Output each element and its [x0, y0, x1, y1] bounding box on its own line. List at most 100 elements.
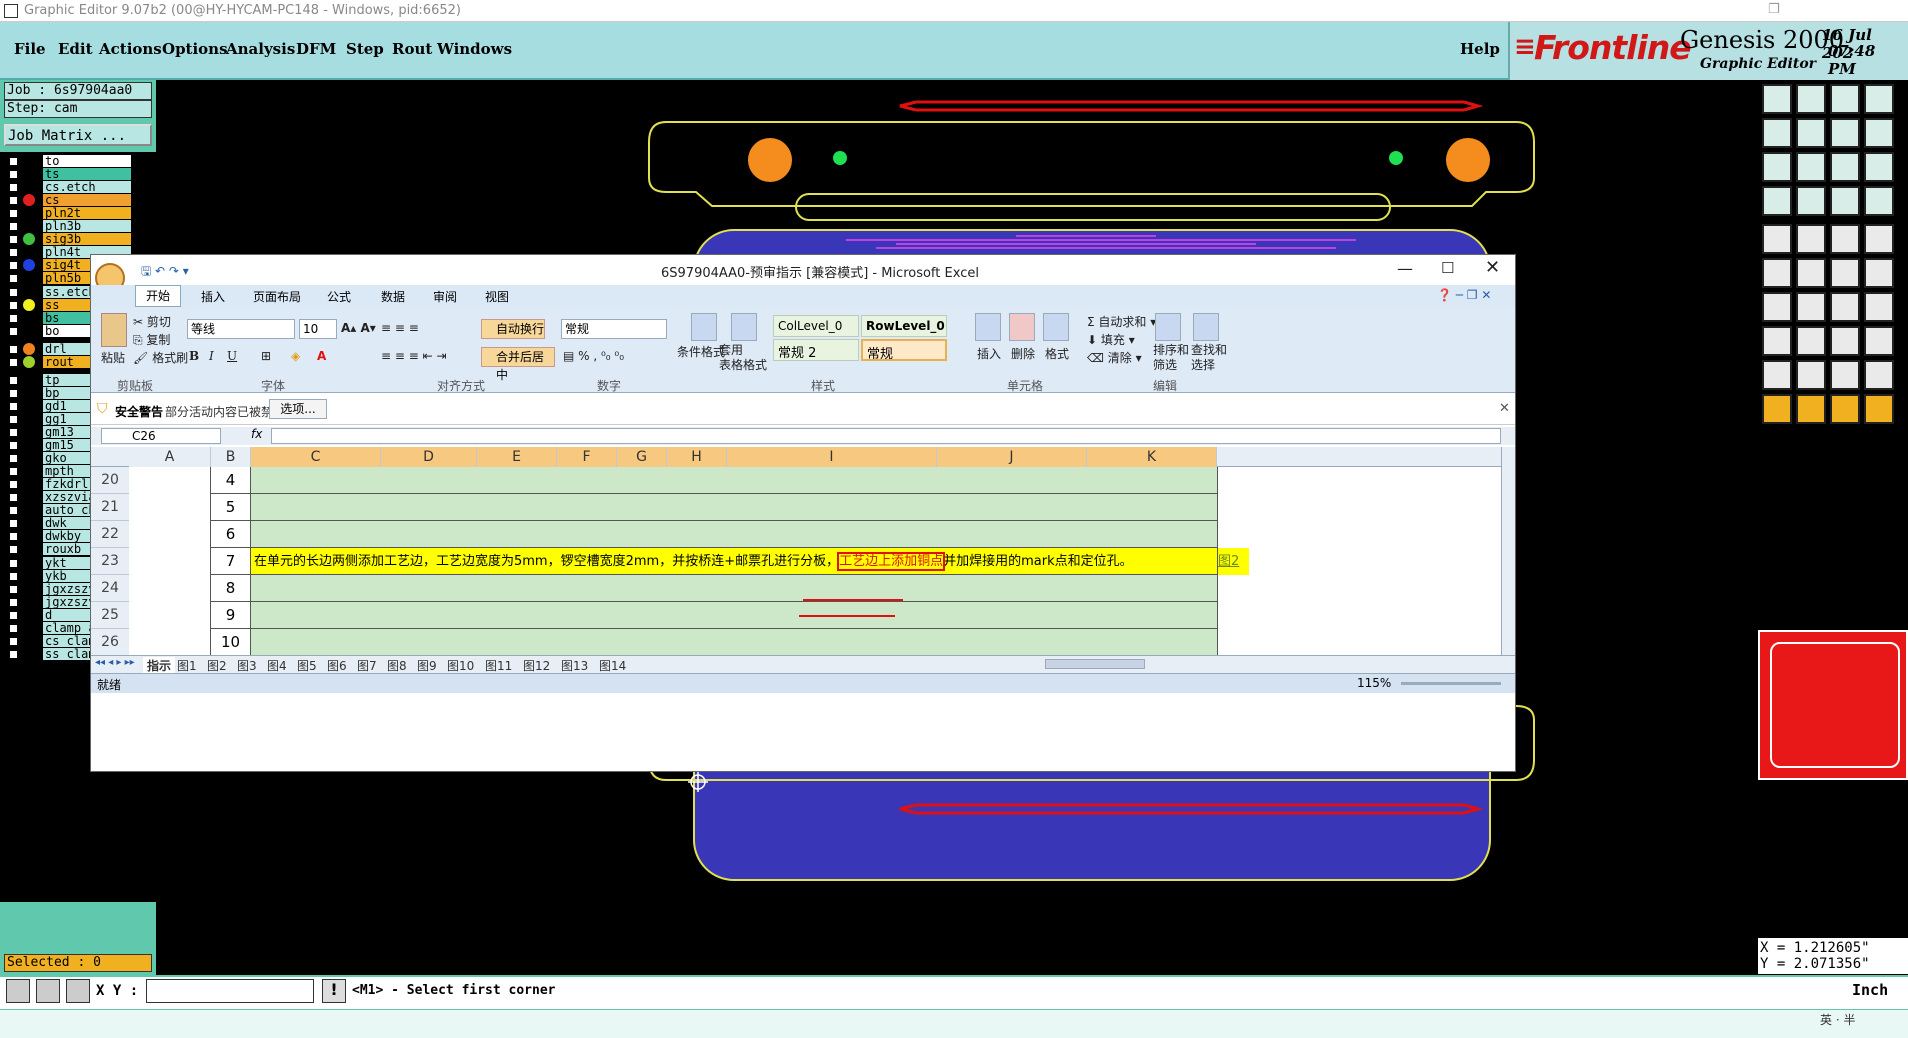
- paste-button[interactable]: 粘贴: [101, 349, 125, 366]
- tab-insert[interactable]: 插入: [201, 288, 225, 305]
- menu-file[interactable]: File: [14, 40, 46, 58]
- zoom-tool-icon[interactable]: [6, 979, 30, 1003]
- tab-data[interactable]: 数据: [381, 288, 405, 305]
- layer-checkbox[interactable]: [8, 374, 19, 386]
- tool-button-icon[interactable]: [1864, 258, 1894, 288]
- close-icon[interactable]: ✕: [1485, 257, 1500, 278]
- restore-icon[interactable]: ❐: [1768, 2, 1780, 17]
- cell-link[interactable]: [1217, 602, 1249, 629]
- font-color-button[interactable]: A: [317, 349, 326, 363]
- tool-button-icon[interactable]: [1796, 118, 1826, 148]
- sheet-tab[interactable]: 图4: [267, 657, 287, 674]
- layer-checkbox[interactable]: [8, 596, 19, 608]
- grid-tool-icon[interactable]: [66, 979, 90, 1003]
- format-cells-icon[interactable]: [1043, 313, 1069, 341]
- style-normal-2[interactable]: 常规 2: [773, 339, 859, 361]
- tool-button-icon[interactable]: [1796, 152, 1826, 182]
- zoom-level[interactable]: 115%: [1357, 676, 1391, 690]
- font-size-select[interactable]: 10: [299, 319, 337, 339]
- tool-button-icon[interactable]: [1762, 326, 1792, 356]
- layer-checkbox[interactable]: [8, 400, 19, 412]
- font-name-select[interactable]: 等线: [187, 319, 295, 339]
- cell-link[interactable]: [1217, 467, 1249, 494]
- layer-checkbox[interactable]: [8, 648, 19, 660]
- layer-checkbox[interactable]: [8, 440, 19, 452]
- layer-checkbox[interactable]: [8, 557, 19, 569]
- sheet-tab[interactable]: 图13: [561, 657, 588, 674]
- sheet-tab[interactable]: 图2: [207, 657, 227, 674]
- menu-analysis[interactable]: Analysis: [226, 40, 295, 58]
- column-header[interactable]: C: [251, 447, 381, 467]
- layer-checkbox[interactable]: [8, 182, 19, 194]
- layer-checkbox[interactable]: [8, 635, 19, 647]
- cell-a[interactable]: [129, 602, 211, 629]
- cell-instruction[interactable]: [251, 467, 1217, 494]
- layer-checkbox[interactable]: [8, 156, 19, 167]
- sheet-tab[interactable]: 图9: [417, 657, 437, 674]
- delete-cells-button[interactable]: 删除: [1011, 345, 1035, 362]
- ime-indicator[interactable]: 英 · 半: [1820, 1011, 1855, 1028]
- autosum-button[interactable]: Σ 自动求和 ▾: [1087, 313, 1156, 330]
- worksheet-grid[interactable]: A B C D E F G H I J K 20 4 21 5 22 6 23 7 在单元的长边两侧添加工艺边，工艺边…: [91, 447, 1515, 655]
- sort-filter-button[interactable]: 排序和 筛选: [1153, 343, 1189, 373]
- layer-checkbox[interactable]: [8, 312, 19, 324]
- menu-help[interactable]: Help: [1460, 40, 1500, 58]
- cell-a[interactable]: [129, 521, 211, 548]
- layer-checkbox[interactable]: [8, 260, 19, 272]
- formula-input[interactable]: [271, 428, 1501, 444]
- tool-button-icon[interactable]: [1762, 118, 1792, 148]
- merge-center-button[interactable]: 合并后居中: [481, 347, 555, 382]
- tab-home[interactable]: 开始: [135, 285, 181, 307]
- layer-checkbox[interactable]: [8, 544, 19, 556]
- tool-button-icon[interactable]: [1762, 224, 1792, 254]
- underline-button[interactable]: U: [227, 349, 237, 363]
- fill-button[interactable]: ⬇ 填充 ▾: [1087, 331, 1135, 348]
- cell-link[interactable]: 图2: [1217, 548, 1249, 575]
- tool-button-icon[interactable]: [1830, 186, 1860, 216]
- cell-instruction[interactable]: [251, 602, 1217, 629]
- sheet-tab[interactable]: 图3: [237, 657, 257, 674]
- column-header[interactable]: F: [557, 447, 617, 467]
- format-cells-button[interactable]: 格式: [1045, 345, 1069, 362]
- layer-checkbox[interactable]: [8, 583, 19, 595]
- cell-b[interactable]: 10: [211, 629, 251, 655]
- horizontal-scrollbar[interactable]: [1045, 659, 1145, 669]
- sheet-nav-icon[interactable]: ◂◂ ◂ ▸ ▸▸: [95, 657, 135, 668]
- tab-view[interactable]: 视图: [485, 288, 509, 305]
- column-header[interactable]: K: [1087, 447, 1217, 467]
- cell-instruction[interactable]: [251, 629, 1217, 655]
- alert-icon[interactable]: !: [322, 979, 346, 1003]
- cell-a[interactable]: [129, 467, 211, 494]
- tool-button-icon[interactable]: [1864, 292, 1894, 322]
- sheet-tab[interactable]: 图5: [297, 657, 317, 674]
- tab-review[interactable]: 审阅: [433, 288, 457, 305]
- tool-button-icon[interactable]: [1864, 394, 1894, 424]
- align-left-button[interactable]: ≡ ≡ ≡ ⇤ ⇥: [381, 349, 447, 363]
- cell-link[interactable]: [1217, 629, 1249, 655]
- tool-button-icon[interactable]: [1796, 326, 1826, 356]
- tool-button-icon[interactable]: [1864, 186, 1894, 216]
- layer-checkbox[interactable]: [8, 286, 19, 298]
- row-header[interactable]: 24: [91, 575, 129, 602]
- tool-button-icon[interactable]: [1762, 152, 1792, 182]
- align-top-button[interactable]: ≡ ≡ ≡: [381, 321, 419, 335]
- tool-button-icon[interactable]: [1830, 224, 1860, 254]
- tool-button-icon[interactable]: [1796, 394, 1826, 424]
- sheet-tab[interactable]: 图7: [357, 657, 377, 674]
- cell-b[interactable]: 9: [211, 602, 251, 629]
- layer-checkbox[interactable]: [8, 299, 19, 311]
- style-rowlevel[interactable]: RowLevel_0: [861, 315, 947, 337]
- column-header[interactable]: J: [937, 447, 1087, 467]
- column-header[interactable]: B: [211, 447, 251, 467]
- cell-a[interactable]: [129, 629, 211, 655]
- row-header[interactable]: 22: [91, 521, 129, 548]
- number-format-select[interactable]: 常规: [561, 319, 667, 339]
- format-painter-button[interactable]: 🖌 格式刷: [133, 349, 188, 366]
- find-select-button[interactable]: 查找和 选择: [1191, 343, 1227, 373]
- layer-name[interactable]: cs: [42, 193, 132, 208]
- tool-button-icon[interactable]: [1796, 258, 1826, 288]
- sort-filter-icon[interactable]: [1155, 313, 1181, 341]
- menu-step[interactable]: Step: [346, 40, 384, 58]
- tool-button-icon[interactable]: [1830, 152, 1860, 182]
- layer-checkbox[interactable]: [8, 234, 19, 246]
